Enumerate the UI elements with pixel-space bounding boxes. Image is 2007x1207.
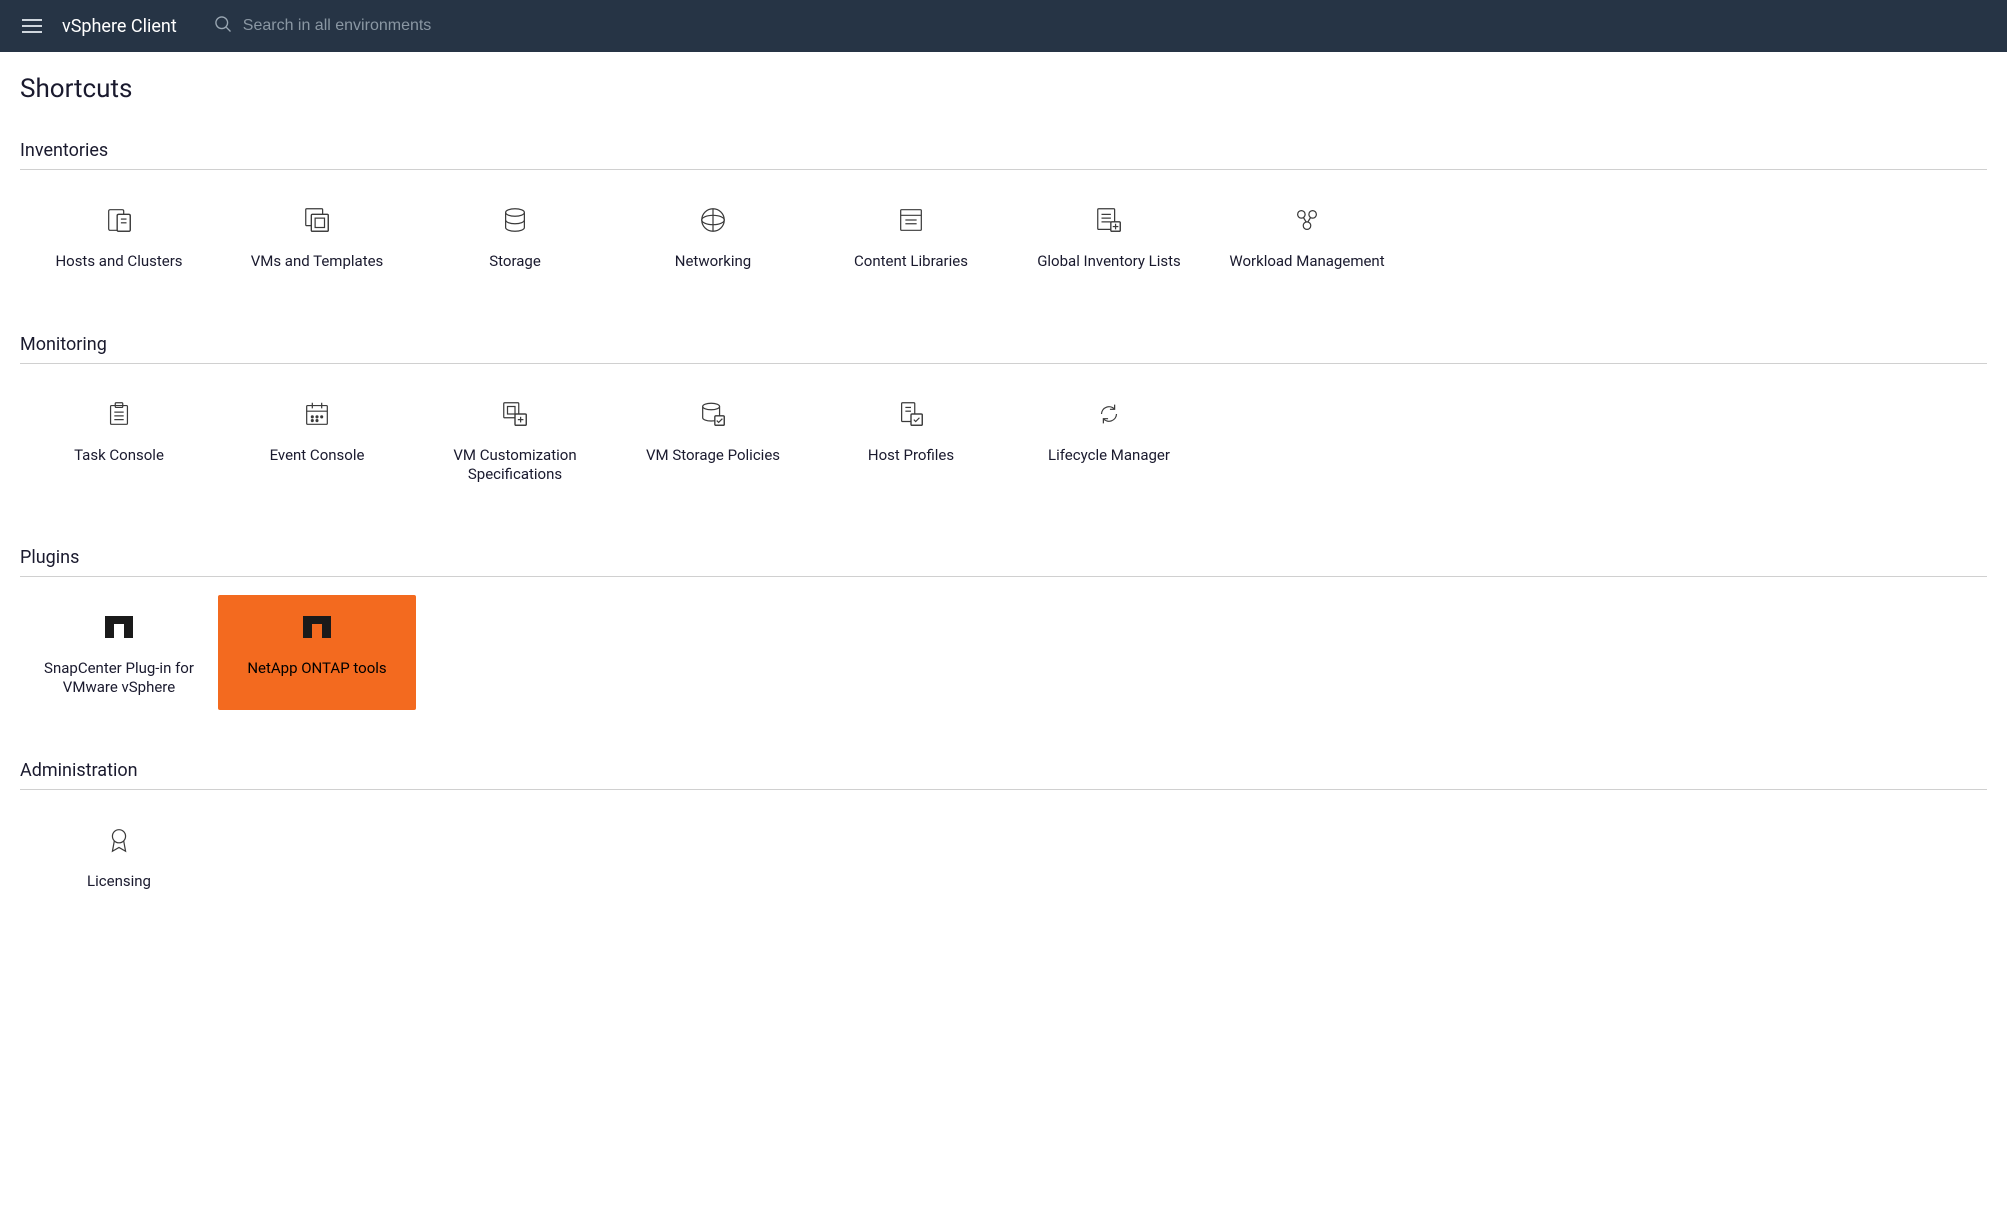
tile-label: Event Console: [270, 446, 365, 466]
netapp-icon: [303, 607, 331, 647]
tile-vms-templates[interactable]: VMs and Templates: [218, 188, 416, 284]
event-console-icon: [302, 394, 332, 434]
search-icon: [213, 14, 233, 38]
tile-snapcenter-plugin[interactable]: SnapCenter Plug-in for VMware vSphere: [20, 595, 218, 710]
netapp-icon: [105, 607, 133, 647]
tile-host-profiles[interactable]: Host Profiles: [812, 382, 1010, 497]
tile-label: VM Storage Policies: [646, 446, 780, 466]
content-area: Shortcuts Inventories Hosts and Clusters…: [0, 52, 2007, 975]
task-console-icon: [104, 394, 134, 434]
networking-icon: [698, 200, 728, 240]
tile-workload-management[interactable]: Workload Management: [1208, 188, 1406, 284]
grid-plugins: SnapCenter Plug-in for VMware vSphere Ne…: [20, 595, 1987, 710]
vm-customization-icon: [500, 394, 530, 434]
tile-task-console[interactable]: Task Console: [20, 382, 218, 497]
storage-icon: [500, 200, 530, 240]
top-bar: vSphere Client: [0, 0, 2007, 52]
tile-vm-storage-policies[interactable]: VM Storage Policies: [614, 382, 812, 497]
tile-label: VMs and Templates: [251, 252, 384, 272]
tile-licensing[interactable]: Licensing: [20, 808, 218, 904]
section-title-monitoring: Monitoring: [20, 334, 1987, 364]
tile-label: Licensing: [87, 872, 151, 892]
tile-networking[interactable]: Networking: [614, 188, 812, 284]
tile-storage[interactable]: Storage: [416, 188, 614, 284]
host-profiles-icon: [896, 394, 926, 434]
tile-lifecycle-manager[interactable]: Lifecycle Manager: [1010, 382, 1208, 497]
grid-administration: Licensing: [20, 808, 1987, 904]
tile-label: Lifecycle Manager: [1048, 446, 1170, 466]
tile-label: Networking: [675, 252, 751, 272]
menu-toggle-button[interactable]: [18, 15, 46, 37]
section-title-plugins: Plugins: [20, 547, 1987, 577]
licensing-icon: [104, 820, 134, 860]
tile-label: Workload Management: [1229, 252, 1384, 272]
lifecycle-manager-icon: [1094, 394, 1124, 434]
tile-label: NetApp ONTAP tools: [247, 659, 386, 679]
grid-monitoring: Task Console Event Console VM Customizat…: [20, 382, 1987, 497]
tile-event-console[interactable]: Event Console: [218, 382, 416, 497]
tile-label: Host Profiles: [868, 446, 954, 466]
vms-templates-icon: [302, 200, 332, 240]
search-wrap: [213, 14, 643, 38]
tile-content-libraries[interactable]: Content Libraries: [812, 188, 1010, 284]
section-title-inventories: Inventories: [20, 140, 1987, 170]
content-libraries-icon: [896, 200, 926, 240]
search-input[interactable]: [243, 17, 643, 35]
tile-label: SnapCenter Plug-in for VMware vSphere: [28, 659, 210, 698]
tile-label: Global Inventory Lists: [1037, 252, 1181, 272]
tile-global-inventory[interactable]: Global Inventory Lists: [1010, 188, 1208, 284]
tile-label: Storage: [489, 252, 541, 272]
workload-management-icon: [1292, 200, 1322, 240]
hosts-clusters-icon: [104, 200, 134, 240]
tile-label: Task Console: [74, 446, 164, 466]
app-title: vSphere Client: [62, 16, 177, 37]
tile-hosts-clusters[interactable]: Hosts and Clusters: [20, 188, 218, 284]
tile-netapp-ontap-tools[interactable]: NetApp ONTAP tools: [218, 595, 416, 710]
tile-label: Hosts and Clusters: [55, 252, 182, 272]
global-inventory-icon: [1094, 200, 1124, 240]
page-title: Shortcuts: [20, 74, 1987, 104]
tile-label: VM Customization Specifications: [424, 446, 606, 485]
grid-inventories: Hosts and Clusters VMs and Templates Sto…: [20, 188, 1987, 284]
vm-storage-policies-icon: [698, 394, 728, 434]
tile-vm-customization[interactable]: VM Customization Specifications: [416, 382, 614, 497]
section-title-administration: Administration: [20, 760, 1987, 790]
tile-label: Content Libraries: [854, 252, 968, 272]
